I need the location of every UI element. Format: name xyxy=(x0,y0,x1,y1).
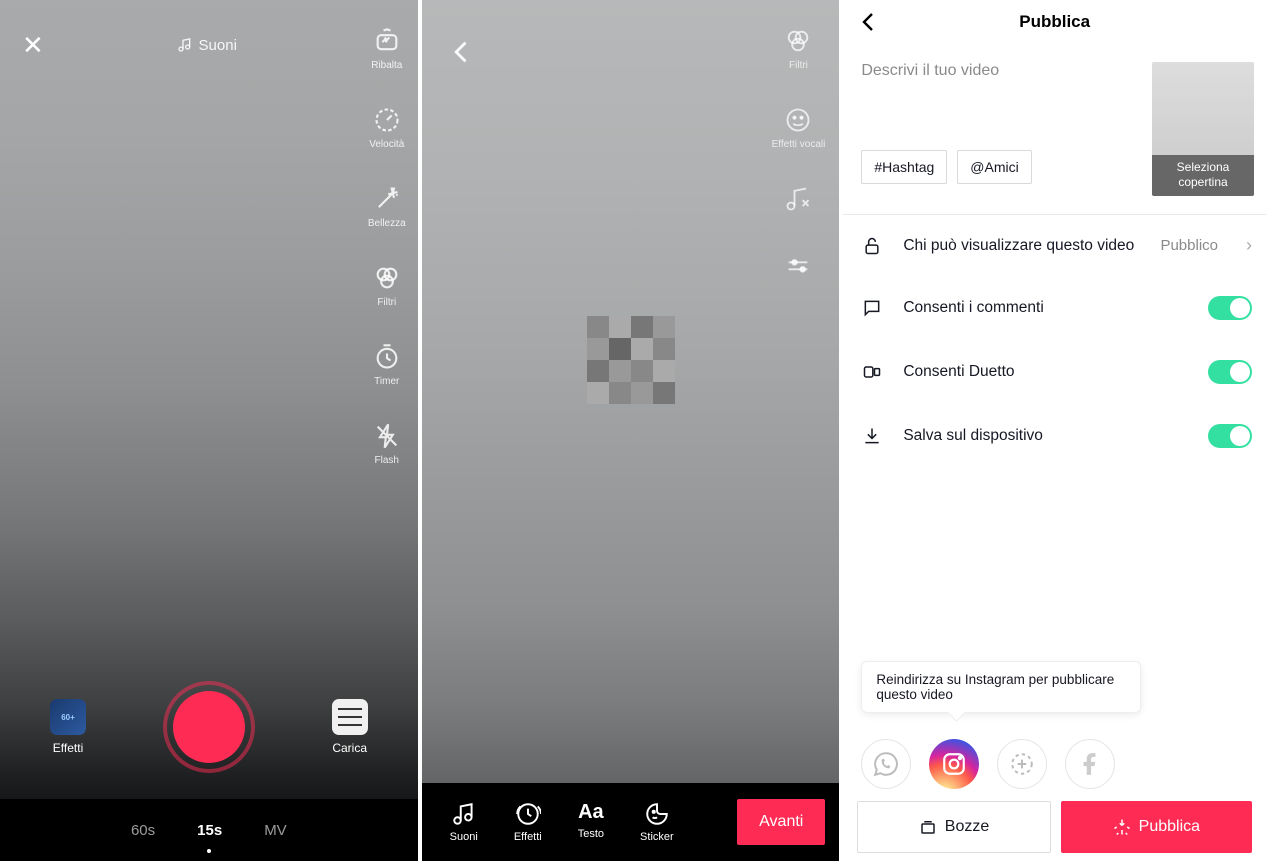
instagram-share-tooltip: Reindirizza su Instagram per pubblicare … xyxy=(861,661,1141,713)
voice-icon xyxy=(783,105,813,135)
speed-icon xyxy=(372,105,402,135)
comment-icon xyxy=(861,298,883,318)
share-story-button[interactable] xyxy=(997,739,1047,789)
record-screen: ✕ Suoni Ribalta Velocità Bellezza Filtri xyxy=(0,0,418,861)
edit-filters-button[interactable]: Filtri xyxy=(783,26,813,71)
edit-screen: Filtri Effetti vocali Suoni Effetti xyxy=(422,0,840,861)
mode-60s[interactable]: 60s xyxy=(131,822,155,839)
mode-15s[interactable]: 15s xyxy=(197,822,222,839)
lock-icon xyxy=(861,236,883,256)
save-toggle[interactable] xyxy=(1208,424,1252,448)
text-icon: Aa xyxy=(578,801,604,824)
privacy-value: Pubblico xyxy=(1160,237,1218,254)
publish-buttons-row: Bozze Pubblica xyxy=(857,801,1252,853)
record-bottom-row: 60+ Effetti Carica xyxy=(0,681,418,773)
sounds-label: Suoni xyxy=(199,37,237,54)
whatsapp-icon xyxy=(873,751,899,777)
flip-icon xyxy=(372,26,402,56)
next-button[interactable]: Avanti xyxy=(737,799,825,845)
effects-clock-icon xyxy=(515,801,541,827)
timer-icon xyxy=(372,342,402,372)
wand-icon xyxy=(372,184,402,214)
mode-mv[interactable]: MV xyxy=(264,822,287,839)
publish-options-list: Chi può visualizzare questo video Pubbli… xyxy=(843,214,1266,468)
edit-bottom-toolbar: Suoni Effetti Aa Testo Sticker Avanti xyxy=(422,783,840,861)
duet-icon xyxy=(861,362,883,382)
record-mode-selector: 60s 15s MV xyxy=(0,799,418,861)
upload-thumbnail xyxy=(332,699,368,735)
toolbar-effects-button[interactable]: Effetti xyxy=(514,801,542,843)
chevron-right-icon: › xyxy=(1246,235,1252,256)
draft-icon xyxy=(919,818,937,836)
sliders-icon xyxy=(783,252,813,282)
speed-button[interactable]: Velocità xyxy=(369,105,404,150)
cover-label: Seleziona copertina xyxy=(1152,155,1254,196)
flip-camera-button[interactable]: Ribalta xyxy=(371,26,402,71)
music-note-icon xyxy=(451,801,477,827)
beauty-button[interactable]: Bellezza xyxy=(368,184,406,229)
effects-thumbnail: 60+ xyxy=(50,699,86,735)
volume-button[interactable] xyxy=(783,252,813,286)
preview-pixelated-region xyxy=(587,316,675,404)
music-note-icon xyxy=(177,37,193,53)
close-button[interactable]: ✕ xyxy=(22,30,44,61)
toolbar-sounds-button[interactable]: Suoni xyxy=(450,801,478,843)
sounds-button[interactable]: Suoni xyxy=(177,37,237,54)
comments-toggle[interactable] xyxy=(1208,296,1252,320)
toolbar-sticker-button[interactable]: Sticker xyxy=(640,801,674,843)
publish-button[interactable]: Pubblica xyxy=(1061,801,1252,853)
share-instagram-button[interactable] xyxy=(929,739,979,789)
filters-icon xyxy=(783,26,813,56)
duet-row: Consenti Duetto xyxy=(843,340,1266,404)
privacy-row[interactable]: Chi può visualizzare questo video Pubbli… xyxy=(843,215,1266,276)
mode-indicator-dot xyxy=(207,849,211,853)
trim-sound-button[interactable] xyxy=(783,184,813,218)
publish-title: Pubblica xyxy=(843,12,1266,32)
share-facebook-button[interactable] xyxy=(1065,739,1115,789)
facebook-icon xyxy=(1077,751,1103,777)
description-input[interactable]: Descrivi il tuo video xyxy=(861,62,1142,80)
record-side-toolbar: Ribalta Velocità Bellezza Filtri Timer F… xyxy=(368,26,406,466)
toolbar-text-button[interactable]: Aa Testo xyxy=(578,801,604,843)
music-trim-icon xyxy=(783,184,813,214)
comments-row: Consenti i commenti xyxy=(843,276,1266,340)
effects-button[interactable]: 60+ Effetti xyxy=(50,699,86,755)
back-button[interactable] xyxy=(857,10,881,34)
publish-header: Pubblica xyxy=(843,0,1266,44)
hashtag-button[interactable]: #Hashtag xyxy=(861,150,947,184)
download-icon xyxy=(861,426,883,446)
sticker-icon xyxy=(644,801,670,827)
friends-button[interactable]: @Amici xyxy=(957,150,1031,184)
edit-side-toolbar: Filtri Effetti vocali xyxy=(772,26,826,286)
filters-icon xyxy=(372,263,402,293)
publish-icon xyxy=(1113,818,1131,836)
back-button[interactable] xyxy=(448,38,476,66)
cover-selector[interactable]: Seleziona copertina xyxy=(1152,62,1254,196)
filters-button[interactable]: Filtri xyxy=(372,263,402,308)
timer-button[interactable]: Timer xyxy=(372,342,402,387)
flash-off-icon xyxy=(372,421,402,451)
share-targets-row xyxy=(861,739,1115,789)
record-button[interactable] xyxy=(163,681,255,773)
draft-button[interactable]: Bozze xyxy=(857,801,1050,853)
publish-screen: Pubblica Descrivi il tuo video #Hashtag … xyxy=(843,0,1266,861)
description-area: Descrivi il tuo video #Hashtag @Amici Se… xyxy=(843,44,1266,214)
instagram-icon xyxy=(941,751,967,777)
share-whatsapp-button[interactable] xyxy=(861,739,911,789)
save-row: Salva sul dispositivo xyxy=(843,404,1266,468)
voice-effects-button[interactable]: Effetti vocali xyxy=(772,105,826,150)
duet-toggle[interactable] xyxy=(1208,360,1252,384)
story-icon xyxy=(1009,751,1035,777)
upload-button[interactable]: Carica xyxy=(332,699,368,755)
flash-button[interactable]: Flash xyxy=(372,421,402,466)
record-button-inner xyxy=(173,691,245,763)
record-top-bar: ✕ Suoni xyxy=(0,0,418,90)
